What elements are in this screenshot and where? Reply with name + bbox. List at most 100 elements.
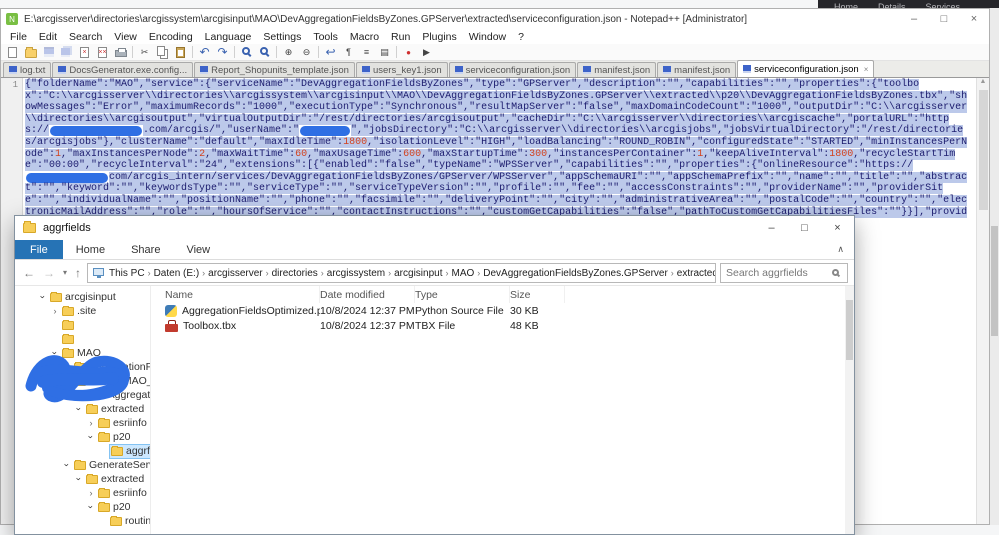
tree-item-devaggregationfieldsb-[interactable]: ›DevAggregationFieldsB...	[15, 388, 150, 402]
tab-manifest-json[interactable]: manifest.json	[657, 62, 736, 77]
tree-item-p20[interactable]: ›p20	[15, 500, 150, 514]
chevron-expanded-icon[interactable]: ›	[62, 461, 72, 469]
chevron-collapsed-icon[interactable]: ›	[87, 418, 95, 428]
search-input[interactable]: Search aggrfields	[720, 263, 848, 283]
tree-item-esriinfo[interactable]: ›esriinfo	[15, 416, 150, 430]
restore-button[interactable]: □	[929, 9, 959, 29]
close-button[interactable]: ×	[959, 9, 989, 29]
show-all-characters-icon[interactable]: ¶	[340, 44, 357, 60]
editor-scrollbar[interactable]: ▲	[976, 78, 989, 524]
tree-item-aggrfields[interactable]: aggrfields	[15, 444, 150, 458]
tab-docsgenerator-exe-config-[interactable]: DocsGenerator.exe.config...	[52, 62, 193, 77]
breadcrumb-item[interactable]: arcgisinput	[392, 268, 444, 279]
menu-macro[interactable]: Macro	[344, 31, 385, 43]
undo-icon[interactable]: ↶	[196, 44, 213, 60]
column-header-name[interactable]: Name	[165, 286, 320, 303]
copy-icon[interactable]	[154, 44, 171, 60]
forward-icon[interactable]: →	[41, 266, 57, 280]
tree-item-esriinfo[interactable]: ›esriinfo	[15, 486, 150, 500]
close-all-icon[interactable]: ××	[94, 44, 111, 60]
open-file-icon[interactable]	[22, 44, 39, 60]
scrollbar-thumb[interactable]	[846, 300, 853, 360]
column-header-size[interactable]: Size	[510, 286, 565, 303]
breadcrumb-item[interactable]: DevAggregationFieldsByZones.GPServer	[481, 268, 670, 279]
save-all-icon[interactable]	[58, 44, 75, 60]
file-row[interactable]: Toolbox.tbx10/8/2024 12:37 PMTBX File48 …	[151, 318, 854, 333]
menu-edit[interactable]: Edit	[33, 31, 63, 43]
menu-run[interactable]: Run	[385, 31, 416, 43]
tab-users-key1-json[interactable]: users_key1.json	[356, 62, 448, 77]
tree-item-routing[interactable]: routing	[15, 514, 150, 528]
menu-language[interactable]: Language	[199, 31, 258, 43]
column-header-date-modified[interactable]: Date modified	[320, 286, 415, 303]
paste-icon[interactable]	[172, 44, 189, 60]
scrollbar-thumb[interactable]	[979, 90, 988, 210]
cut-icon[interactable]: ✂	[136, 44, 153, 60]
zoom-out-icon[interactable]: ⊖	[298, 44, 315, 60]
breadcrumb-item[interactable]: This PC	[107, 268, 147, 279]
zoom-in-icon[interactable]: ⊕	[280, 44, 297, 60]
save-icon[interactable]	[40, 44, 57, 60]
chevron-expanded-icon[interactable]: ›	[38, 293, 48, 301]
tree-item-extracted[interactable]: ›extracted	[15, 402, 150, 416]
back-icon[interactable]: ←	[21, 266, 37, 280]
chevron-collapsed-icon[interactable]: ›	[63, 362, 71, 372]
new-file-icon[interactable]	[4, 44, 21, 60]
menu-plugins[interactable]: Plugins	[416, 31, 462, 43]
tab-serviceconfiguration-json[interactable]: serviceconfiguration.json	[449, 62, 577, 77]
chevron-expanded-icon[interactable]: ›	[86, 433, 96, 441]
menu-settings[interactable]: Settings	[257, 31, 307, 43]
tree-item--site[interactable]: ›.site	[15, 304, 150, 318]
tab-manifest-json[interactable]: manifest.json	[577, 62, 656, 77]
ribbon-tab-view[interactable]: View	[173, 240, 223, 259]
ribbon-tab-share[interactable]: Share	[118, 240, 173, 259]
print-icon[interactable]	[112, 44, 129, 60]
column-header-type[interactable]: Type	[415, 286, 510, 303]
chevron-expanded-icon[interactable]: ›	[50, 349, 60, 357]
explorer-scrollbar[interactable]	[845, 286, 854, 534]
scrollbar-thumb[interactable]	[991, 226, 998, 336]
tree-item-extracted[interactable]: ›extracted	[15, 472, 150, 486]
menu-file[interactable]: File	[4, 31, 33, 43]
maximize-button[interactable]: □	[788, 216, 821, 240]
tree-item-p20[interactable]: ›p20	[15, 430, 150, 444]
tree-item-arcgisinput[interactable]: ›arcgisinput	[15, 290, 150, 304]
close-tab-icon[interactable]: ×	[864, 65, 869, 74]
tab-report-shopunits-template-json[interactable]: Report_Shopunits_template.json	[194, 62, 355, 77]
tree-item-daten-mao-brandenb-[interactable]: ›Daten_MAO_Brandenb...	[15, 374, 150, 388]
collapse-ribbon-icon[interactable]: ∧	[837, 244, 854, 255]
breadcrumb-item[interactable]: directories	[270, 268, 320, 279]
breadcrumb-item[interactable]: Daten (E:)	[152, 268, 202, 279]
minimize-button[interactable]: –	[899, 9, 929, 29]
ribbon-tab-file[interactable]: File	[15, 240, 63, 259]
chevron-expanded-icon[interactable]: ›	[62, 391, 72, 399]
tree-item-mao[interactable]: ›MAO	[15, 346, 150, 360]
tab-log-txt[interactable]: log.txt	[3, 62, 51, 77]
background-window-scrollbar[interactable]	[990, 8, 999, 525]
menu-view[interactable]: View	[108, 31, 143, 43]
record-macro-icon[interactable]: ●	[400, 44, 417, 60]
chevron-collapsed-icon[interactable]: ›	[63, 376, 71, 386]
chevron-expanded-icon[interactable]: ›	[74, 405, 84, 413]
chevron-expanded-icon[interactable]: ›	[86, 503, 96, 511]
breadcrumb-item[interactable]: arcgissystem	[325, 268, 387, 279]
play-macro-icon[interactable]: ▶	[418, 44, 435, 60]
chevron-collapsed-icon[interactable]: ›	[87, 488, 95, 498]
tree-item-generateserviceareas-[interactable]: ›GenerateServiceAreas.(	[15, 458, 150, 472]
tree-item-aggregationfieldsbyzo-[interactable]: ›AggregationFieldsByZo...	[15, 360, 150, 374]
find-icon[interactable]	[238, 44, 255, 60]
redo-icon[interactable]: ↷	[214, 44, 231, 60]
breadcrumb[interactable]: This PC›Daten (E:)›arcgisserver›director…	[87, 263, 716, 283]
breadcrumb-item[interactable]: extracted	[675, 268, 716, 279]
doc-map-icon[interactable]: ▤	[376, 44, 393, 60]
minimize-button[interactable]: –	[755, 216, 788, 240]
chevron-collapsed-icon[interactable]: ›	[51, 306, 59, 316]
tab-serviceconfiguration-json[interactable]: serviceconfiguration.json×	[737, 60, 874, 77]
close-button[interactable]: ×	[821, 216, 854, 240]
file-row[interactable]: AggregationFieldsOptimized.py10/8/2024 1…	[151, 303, 854, 318]
scroll-up-icon[interactable]: ▲	[980, 78, 987, 85]
menu-tools[interactable]: Tools	[307, 31, 344, 43]
tree-item[interactable]	[15, 332, 150, 346]
word-wrap-icon[interactable]: ↩	[322, 44, 339, 60]
close-icon[interactable]: ×	[76, 44, 93, 60]
